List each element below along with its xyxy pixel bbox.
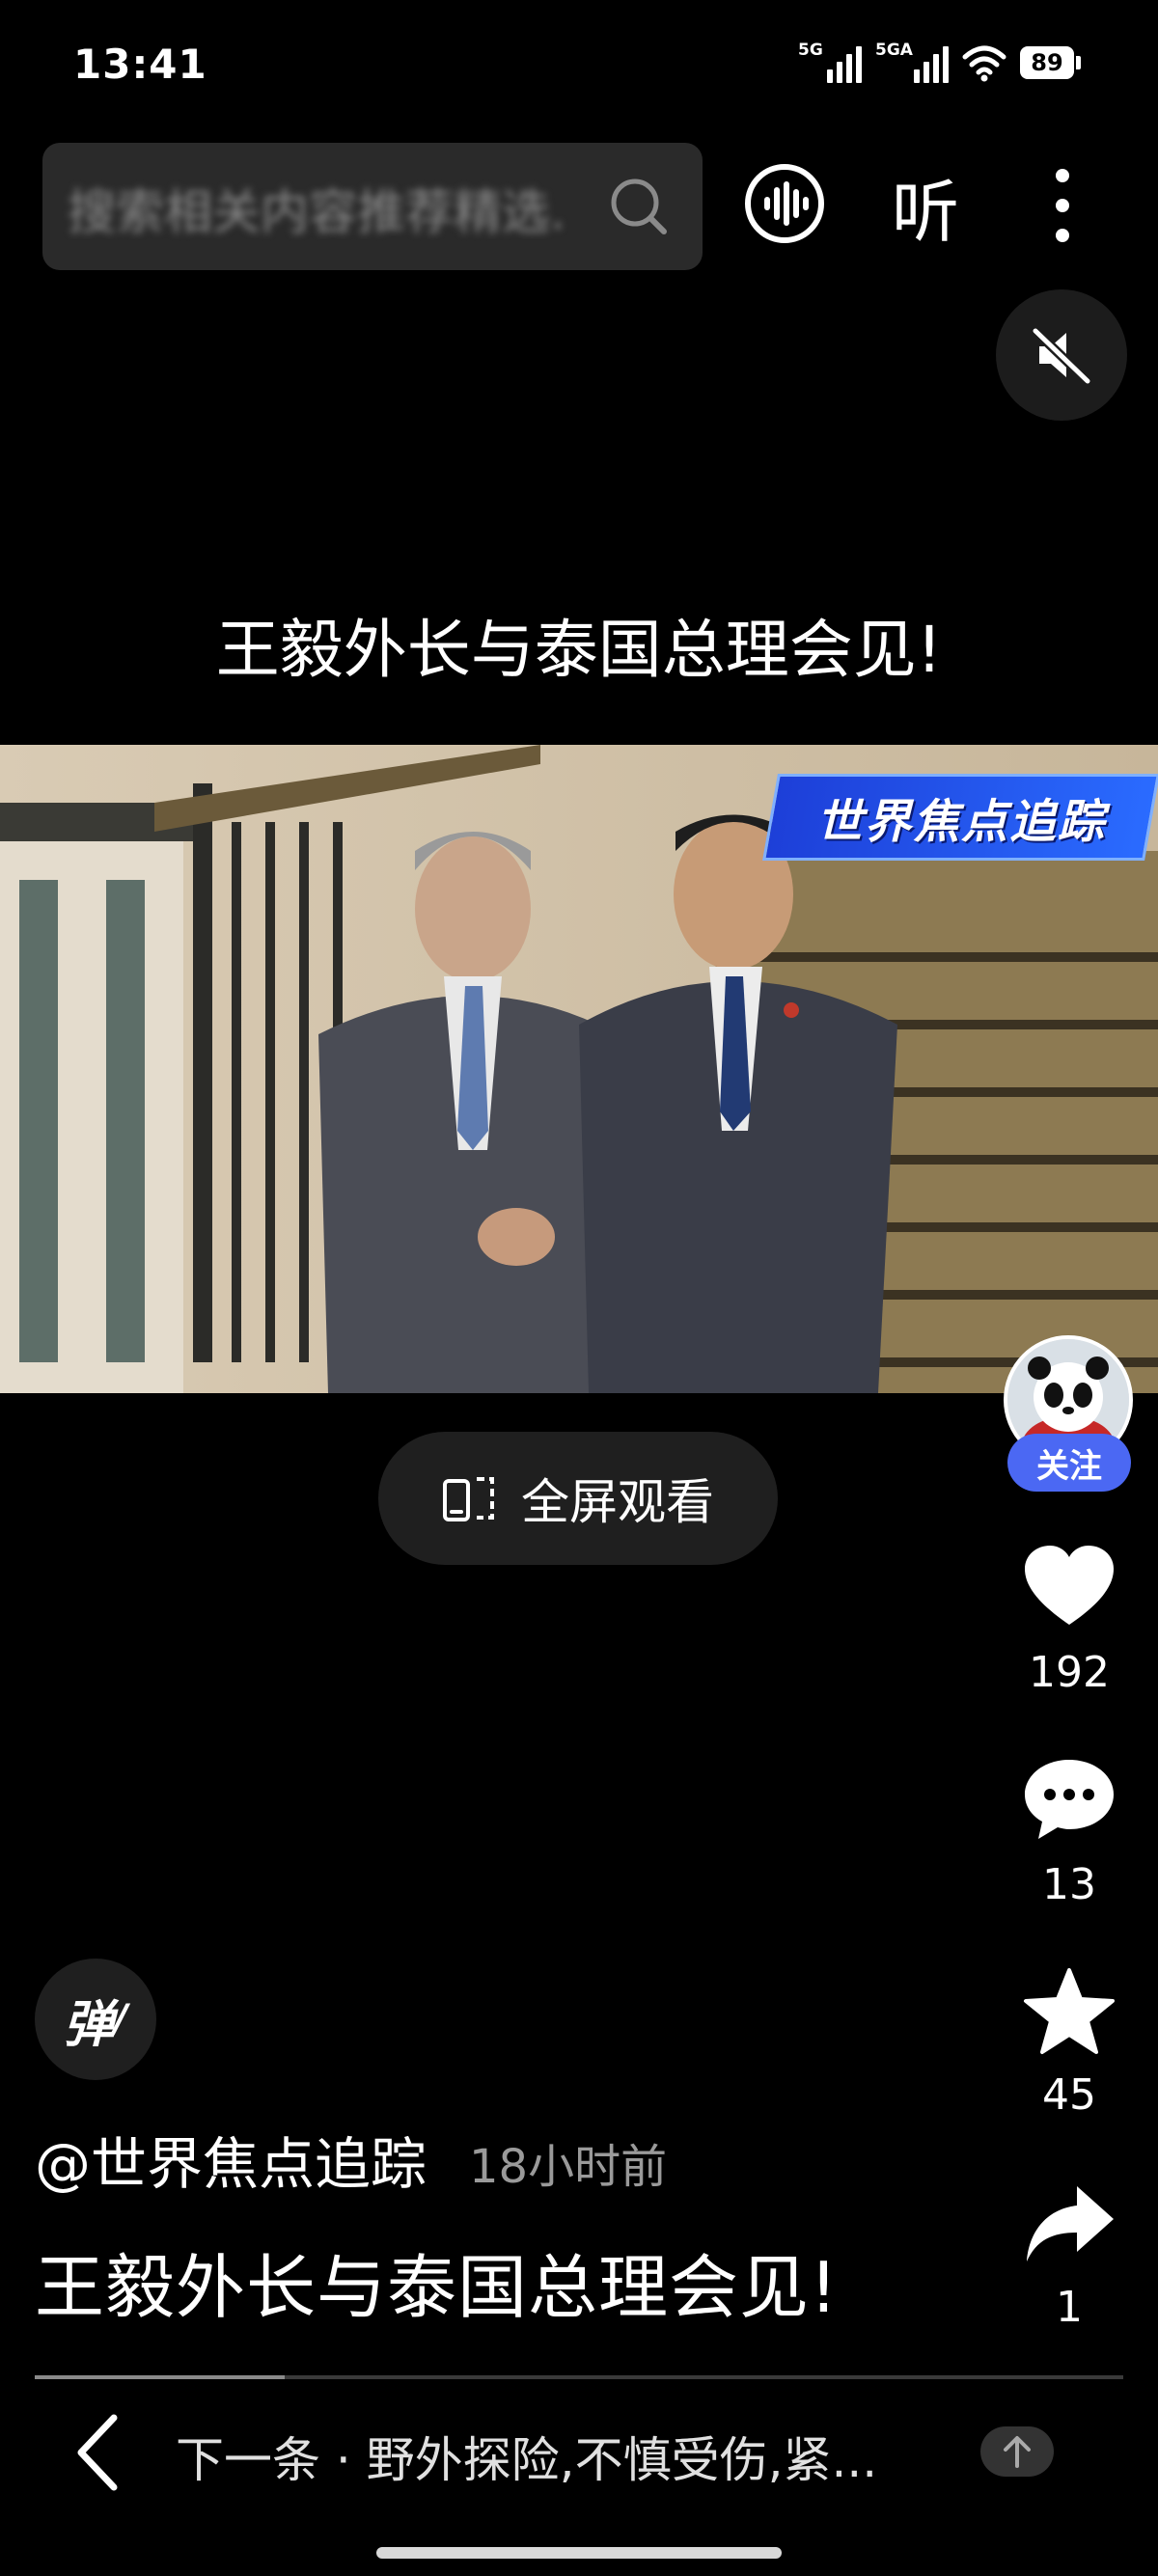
- comment-bubble-icon[interactable]: [1023, 1756, 1116, 1843]
- battery-indicator: 89: [1020, 46, 1074, 79]
- status-time: 13:41: [73, 41, 207, 88]
- search-placeholder[interactable]: 搜索相关内容推荐精选...: [68, 174, 569, 243]
- mute-button[interactable]: [996, 289, 1127, 421]
- next-video-link[interactable]: 下一条 · 野外探险,不慎受伤,紧...: [176, 2422, 877, 2491]
- fullscreen-rotate-icon: [443, 1477, 494, 1521]
- author-name[interactable]: @世界焦点追踪: [35, 2119, 427, 2200]
- post-time: 18小时前: [469, 2140, 668, 2194]
- share-count: 1: [1056, 2283, 1083, 2332]
- status-icons: 5G 5GA 89: [798, 41, 1081, 83]
- video-player[interactable]: 世界焦点追踪: [0, 745, 1158, 1393]
- network-type-1: 5G: [798, 41, 823, 60]
- playback-progress-fill: [35, 2375, 285, 2379]
- more-options-icon[interactable]: [1048, 162, 1077, 249]
- video-caption: 王毅外长与泰国总理会见!: [35, 2247, 839, 2328]
- cell-signal-icon: 5G: [798, 41, 862, 83]
- fullscreen-label: 全屏观看: [521, 1474, 714, 1530]
- danmaku-label: 弹: [63, 1995, 114, 2054]
- back-chevron-icon[interactable]: [75, 2414, 120, 2491]
- arrow-up-icon: [1004, 2436, 1031, 2468]
- follow-button[interactable]: 关注: [1007, 1434, 1131, 1492]
- like-heart-icon[interactable]: [1023, 1544, 1116, 1631]
- favorite-star-icon[interactable]: [1023, 1968, 1116, 2055]
- ai-voice-icon[interactable]: [743, 162, 826, 245]
- wifi-icon: [962, 45, 1006, 82]
- like-count: 192: [1029, 1648, 1110, 1697]
- home-indicator[interactable]: [376, 2547, 782, 2559]
- danmaku-slash-icon: /: [113, 1997, 128, 2042]
- listen-button[interactable]: 听: [892, 158, 959, 256]
- fullscreen-button[interactable]: 全屏观看: [378, 1432, 778, 1565]
- channel-banner-text: 世界焦点追踪: [815, 795, 1106, 849]
- video-title: 王毅外长与泰国总理会见!: [215, 613, 943, 687]
- cell-signal-2-icon: 5GA: [875, 41, 949, 83]
- share-arrow-icon[interactable]: [1023, 2180, 1116, 2267]
- danmaku-toggle-button[interactable]: 弹 /: [35, 1959, 156, 2080]
- speaker-muted-icon: [1032, 327, 1091, 385]
- search-icon[interactable]: [608, 176, 670, 237]
- battery-cap: [1076, 56, 1081, 69]
- scroll-up-button[interactable]: [980, 2426, 1054, 2477]
- network-type-2: 5GA: [875, 41, 913, 60]
- favorite-count: 45: [1042, 2070, 1096, 2120]
- comment-count: 13: [1042, 1860, 1096, 1909]
- channel-banner: 世界焦点追踪: [762, 774, 1158, 861]
